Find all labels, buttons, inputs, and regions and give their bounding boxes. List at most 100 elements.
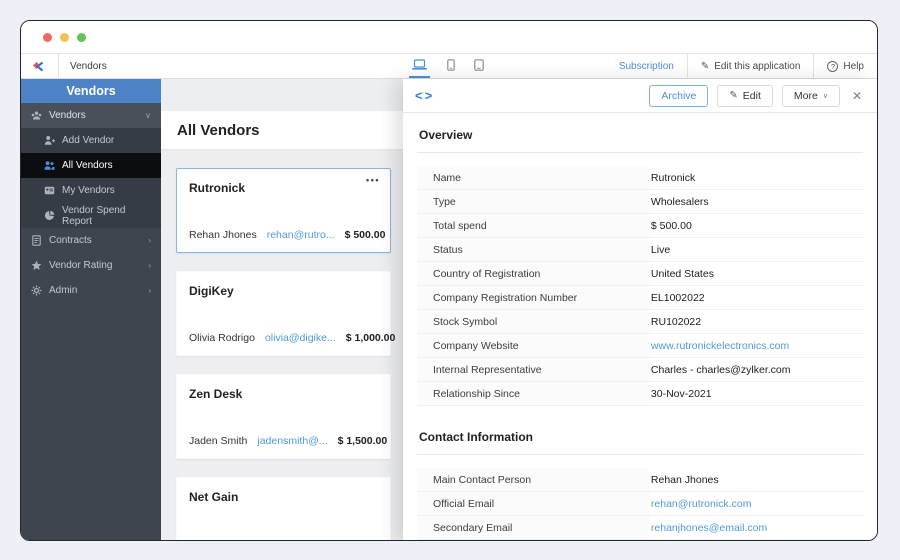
window-titlebar — [21, 21, 877, 54]
sidebar-item-label: Admin — [49, 285, 78, 296]
field-value: Rutronick — [650, 171, 696, 184]
window-zoom-button[interactable] — [77, 32, 86, 42]
detail-header: <> Archive ✎ Edit More ∨ ✕ — [403, 79, 877, 113]
vendor-amount: $ 1,500.00 — [337, 435, 388, 447]
chevron-right-icon: › — [148, 236, 151, 245]
field-value: $ 500.00 — [650, 219, 692, 232]
creator-logo-icon[interactable] — [21, 54, 59, 78]
field-row-internal-representative: Internal Representative Charles - charle… — [417, 358, 863, 382]
sidebar-item-label: My Vendors — [62, 185, 115, 196]
vendor-amount: $ 1,000.00 — [345, 332, 396, 344]
field-label: Total spend — [417, 214, 649, 237]
edit-application-label: Edit this application — [714, 60, 801, 72]
section-title-contact-information: Contact Information — [417, 415, 863, 455]
website-link[interactable]: www.rutronickelectronics.com — [649, 334, 863, 357]
vendor-email-link[interactable]: olivia@digike... — [265, 332, 336, 344]
sidebar-item-contracts[interactable]: Contracts › — [21, 228, 161, 253]
official-email-link[interactable]: rehan@rutronick.com — [649, 492, 863, 515]
laptop-icon — [412, 59, 427, 70]
field-value: +17160234510 — [649, 540, 863, 541]
sidebar-item-label: Contracts — [49, 235, 92, 246]
edit-button[interactable]: ✎ Edit — [717, 84, 773, 107]
vendor-detail-panel: <> Archive ✎ Edit More ∨ ✕ Overview Name… — [403, 79, 877, 541]
contract-document-icon — [31, 235, 42, 246]
help-button[interactable]: ? Help — [814, 54, 877, 78]
code-view-icon[interactable]: <> — [415, 88, 434, 103]
field-row-mobile-number: Mobile Number +17160234510 — [417, 540, 863, 541]
vendor-card-net-gain[interactable]: Net Gain — [176, 477, 391, 540]
field-value: RU102022 — [650, 315, 702, 328]
sidebar-item-label: Add Vendor — [62, 135, 115, 146]
sidebar-item-my-vendors[interactable]: My Vendors — [21, 178, 161, 203]
secondary-email-link[interactable]: rehanjhones@email.com — [649, 516, 863, 539]
window-minimize-button[interactable] — [60, 32, 69, 42]
more-button[interactable]: More ∨ — [781, 84, 840, 107]
field-label: Company Registration Number — [417, 286, 649, 309]
vendor-card-name: DigiKey — [189, 284, 234, 298]
subscription-link[interactable]: Subscription — [606, 54, 687, 78]
chevron-right-icon: › — [148, 261, 151, 270]
toolbar-right-group: Subscription ✎ Edit this application ? H… — [606, 54, 877, 78]
pencil-icon: ✎ — [700, 60, 710, 72]
field-label: Company Website — [417, 334, 649, 357]
sidebar-item-label: Vendors — [49, 110, 86, 121]
sidebar-app-title: Vendors — [21, 79, 161, 103]
field-value: United States — [650, 267, 714, 280]
device-tab-tablet[interactable] — [472, 54, 486, 78]
field-row-stock-symbol: Stock Symbol RU102022 — [417, 310, 863, 334]
sidebar-item-admin[interactable]: Admin › — [21, 278, 161, 303]
field-value: Wholesalers — [650, 195, 709, 208]
field-row-main-contact: Main Contact Person Rehan Jhones — [417, 468, 863, 492]
vendor-email-link[interactable]: rehan@rutro... — [267, 229, 335, 241]
vendor-card-zen-desk[interactable]: Zen Desk Jaden Smith jadensmith@... $ 1,… — [176, 374, 391, 459]
vendor-email-link[interactable]: jadensmith@... — [257, 435, 327, 447]
field-row-country: Country of Registration United States — [417, 262, 863, 286]
pencil-icon: ✎ — [729, 90, 738, 101]
field-label: Internal Representative — [417, 358, 649, 381]
card-more-menu-icon[interactable]: ••• — [366, 175, 380, 185]
field-label: Main Contact Person — [417, 468, 649, 491]
chevron-right-icon: › — [148, 286, 151, 295]
sidebar-item-add-vendor[interactable]: Add Vendor — [21, 128, 161, 153]
edit-application-button[interactable]: ✎ Edit this application — [688, 54, 814, 78]
app-toolbar: Vendors Subscription ✎ Edit this applica… — [21, 54, 877, 79]
field-label: Country of Registration — [417, 262, 649, 285]
field-row-secondary-email: Secondary Email rehanjhones@email.com — [417, 516, 863, 540]
creator-logo-icon — [33, 61, 44, 71]
sidebar-item-vendor-spend-report[interactable]: Vendor Spend Report — [21, 203, 161, 228]
field-label: Stock Symbol — [417, 310, 649, 333]
vendor-card-rutronick[interactable]: Rutronick ••• Rehan Jhones rehan@rutro..… — [176, 168, 391, 253]
sidebar-item-vendor-rating[interactable]: Vendor Rating › — [21, 253, 161, 278]
vendor-contact-name: Jaden Smith — [189, 435, 248, 447]
field-row-name: Name Rutronick — [417, 166, 863, 190]
field-value: Charles - charles@zylker.com — [650, 363, 791, 376]
more-label: More — [793, 89, 818, 102]
vendor-amount: $ 500.00 — [344, 229, 386, 241]
field-label: Name — [417, 166, 649, 189]
device-tab-desktop[interactable] — [409, 54, 430, 78]
chevron-down-icon: ∨ — [822, 92, 828, 100]
field-row-registration-number: Company Registration Number EL1002022 — [417, 286, 863, 310]
id-card-icon — [44, 185, 55, 196]
vendor-card-footer: Jaden Smith jadensmith@... $ 1,500.00 — [189, 435, 387, 447]
close-icon[interactable]: ✕ — [849, 89, 865, 103]
section-title-overview: Overview — [417, 113, 863, 153]
device-preview-tabs — [409, 54, 486, 78]
sidebar-item-vendors[interactable]: Vendors ∨ — [21, 103, 161, 128]
overview-fields: Name Rutronick Type Wholesalers Total sp… — [417, 166, 863, 406]
window-close-button[interactable] — [43, 32, 52, 42]
field-value: Live — [650, 243, 671, 256]
vendor-card-digikey[interactable]: DigiKey Olivia Rodrigo olivia@digike... … — [176, 271, 395, 356]
sidebar-item-label: Vendor Rating — [49, 260, 113, 271]
gear-icon — [31, 285, 42, 296]
field-row-relationship-since: Relationship Since 30-Nov-2021 — [417, 382, 863, 406]
field-row-official-email: Official Email rehan@rutronick.com — [417, 492, 863, 516]
vendor-card-name: Rutronick — [189, 181, 246, 195]
device-tab-phone[interactable] — [445, 54, 457, 78]
archive-label: Archive — [661, 89, 697, 102]
vendor-cards: Rutronick ••• Rehan Jhones rehan@rutro..… — [161, 149, 403, 540]
app-window: Vendors Subscription ✎ Edit this applica… — [20, 20, 878, 541]
sidebar-item-all-vendors[interactable]: All Vendors — [21, 153, 161, 178]
people-icon — [44, 160, 55, 171]
archive-button[interactable]: Archive — [649, 84, 709, 107]
